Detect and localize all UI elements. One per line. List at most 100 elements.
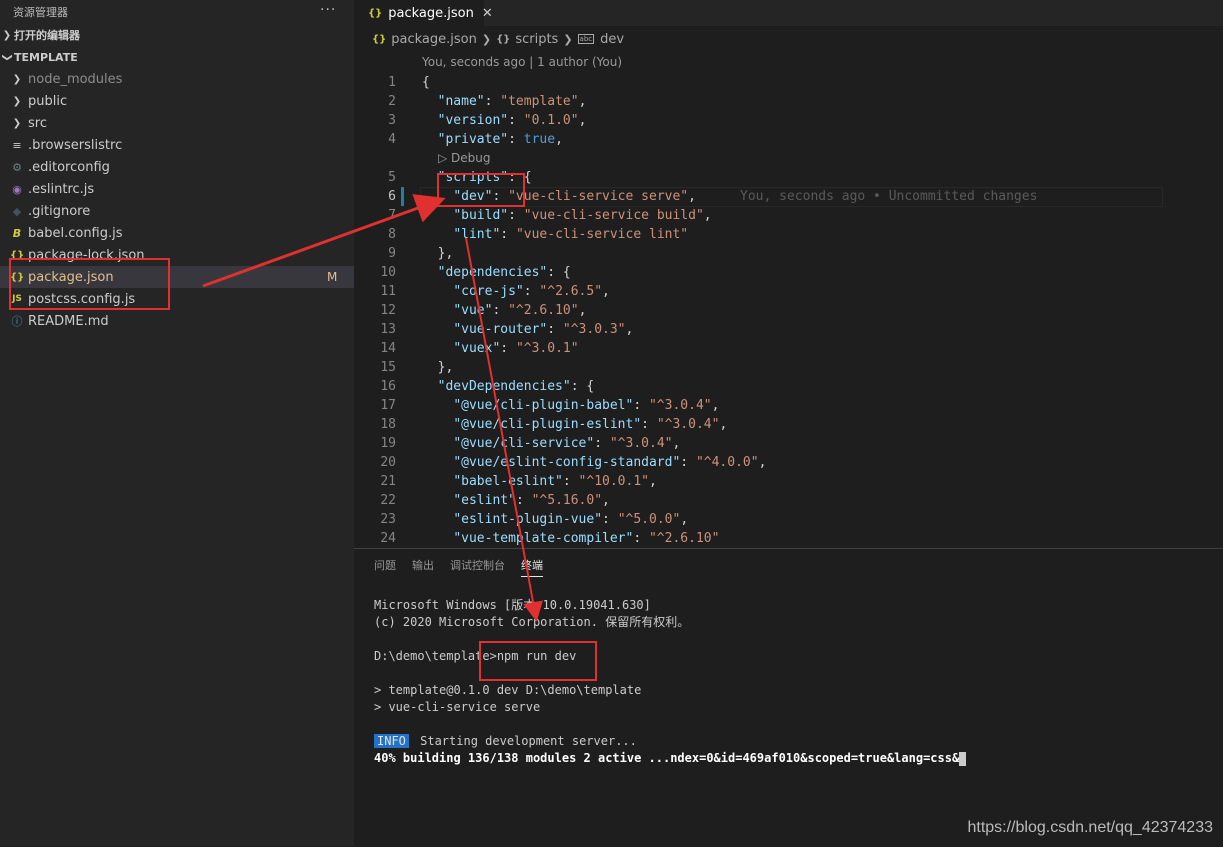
info-text: Starting development server... (412, 734, 637, 748)
line-number: 10 (380, 265, 396, 280)
progress-text: 40% building 136/138 modules 2 active ..… (374, 751, 960, 765)
tree-item-label: .gitignore (28, 203, 91, 219)
terminal-line: > vue-cli-service serve (374, 700, 541, 714)
tree-item-public[interactable]: ❯ public (0, 90, 354, 112)
explorer-header: 资源管理器 ··· (0, 0, 354, 24)
tree-item-editorconfig[interactable]: ⚙ .editorconfig (0, 156, 354, 178)
chevron-right-icon: ❯ (12, 73, 22, 85)
code-line: 1{ (354, 73, 1223, 92)
tree-item-label: public (28, 93, 68, 109)
gear-icon: ⚙ (12, 160, 22, 174)
code-line: 23 "eslint-plugin-vue": "^5.0.0", (354, 510, 1223, 529)
code-line: 14 "vuex": "^3.0.1" (354, 339, 1223, 358)
tree-item-label: babel.config.js (28, 225, 123, 241)
line-number: 16 (380, 379, 396, 394)
code-line: 3 "version": "0.1.0", (354, 111, 1223, 130)
breadcrumb-item[interactable]: package.json (391, 32, 477, 47)
tab-debug-console[interactable]: 调试控制台 (450, 549, 505, 583)
tree-item-label: README.md (28, 313, 109, 329)
chevron-right-icon: ❯ (12, 95, 22, 107)
project-label: TEMPLATE (14, 50, 78, 64)
line-number: 6 (388, 189, 396, 204)
code-line: 16 "devDependencies": { (354, 377, 1223, 396)
terminal-progress-line: 40% building 136/138 modules 2 active ..… (374, 750, 967, 767)
code-line: 4 "private": true, (354, 130, 1223, 149)
terminal-command: D:\demo\template>npm run dev (374, 649, 577, 663)
line-number: 23 (380, 512, 396, 527)
tree-item-browserslistrc[interactable]: ≡ .browserslistrc (0, 134, 354, 156)
terminal-info-line: INFO Starting development server... (374, 733, 966, 750)
inline-blame: You, seconds ago • Uncommitted changes (740, 189, 1038, 204)
editor-area: {} package.json ✕ {} package.json ❯ {} s… (354, 0, 1223, 548)
line-number: 15 (380, 360, 396, 375)
line-number: 4 (388, 132, 396, 147)
panel-tabs: 问题 输出 调试控制台 终端 (354, 549, 1223, 583)
code-line: 20 "@vue/eslint-config-standard": "^4.0.… (354, 453, 1223, 472)
code-line: 2 "name": "template", (354, 92, 1223, 111)
chevron-right-icon: ❯ (2, 29, 12, 41)
eslint-icon: ◉ (12, 182, 22, 196)
line-number: 1 (388, 75, 396, 90)
code-line: 21 "babel-eslint": "^10.0.1", (354, 472, 1223, 491)
code-line: 10 "dependencies": { (354, 263, 1223, 282)
chevron-right-icon: ❯ (481, 32, 492, 46)
tab-terminal[interactable]: 终端 (521, 549, 543, 583)
code-line: 11 "core-js": "^2.6.5", (354, 282, 1223, 301)
open-editors-label: 打开的编辑器 (14, 29, 80, 42)
breadcrumb-item[interactable]: scripts (515, 32, 558, 47)
terminal-output[interactable]: Microsoft Windows [版本 10.0.19041.630] (c… (374, 597, 967, 767)
tree-item-babel-config[interactable]: B babel.config.js (0, 222, 354, 244)
line-number: 24 (380, 531, 396, 546)
line-number: 12 (380, 303, 396, 318)
line-number: 7 (388, 208, 396, 223)
code-line: 9 }, (354, 244, 1223, 263)
tree-item-label: .browserslistrc (28, 137, 123, 153)
tree-item-eslintrc[interactable]: ◉ .eslintrc.js (0, 178, 354, 200)
line-number: 3 (388, 113, 396, 128)
code-line: 19 "@vue/cli-service": "^3.0.4", (354, 434, 1223, 453)
editor-tabbar: {} package.json ✕ (354, 0, 1223, 26)
bottom-panel: 问题 输出 调试控制台 终端 Microsoft Windows [版本 10.… (354, 548, 1223, 847)
highlight-box-npm-command (479, 641, 597, 681)
play-icon: ▷ (438, 151, 452, 165)
chevron-right-icon: ❯ (12, 117, 22, 129)
tab-label: package.json (388, 5, 474, 21)
project-section[interactable]: ❯ TEMPLATE (0, 46, 354, 68)
tab-output[interactable]: 输出 (412, 549, 434, 583)
explorer-title: 资源管理器 (13, 6, 68, 19)
terminal-cursor (959, 751, 967, 766)
terminal-line: Microsoft Windows [版本 10.0.19041.630] (374, 598, 651, 612)
code-view[interactable]: You, seconds ago | 1 author (You) 1{ 2 "… (354, 52, 1223, 548)
json-icon: {} (372, 33, 387, 45)
codelens-debug[interactable]: ▷ Debug (354, 149, 1223, 168)
tree-item-readme[interactable]: ⓘ README.md (0, 310, 354, 332)
close-icon[interactable]: ✕ (482, 6, 493, 21)
tree-item-node-modules[interactable]: ❯ node_modules (0, 68, 354, 90)
tree-item-label: node_modules (28, 71, 123, 87)
tree-item-src[interactable]: ❯ src (0, 112, 354, 134)
chevron-down-icon: ❯ (1, 52, 13, 62)
info-badge: INFO (374, 734, 409, 748)
codelens-blame[interactable]: You, seconds ago | 1 author (You) (354, 52, 1223, 73)
tree-item-gitignore[interactable]: ◆ .gitignore (0, 200, 354, 222)
json-icon: {} (368, 7, 383, 19)
tree-item-label: .editorconfig (28, 159, 110, 175)
modified-badge: M (327, 270, 338, 284)
code-line: 7 "build": "vue-cli-service build", (354, 206, 1223, 225)
open-editors-section[interactable]: ❯ 打开的编辑器 (0, 24, 354, 46)
code-line: 22 "eslint": "^5.16.0", (354, 491, 1223, 510)
code-line: 24 "vue-template-compiler": "^2.6.10" (354, 529, 1223, 548)
tab-problems[interactable]: 问题 (374, 549, 396, 583)
more-actions-icon[interactable]: ··· (320, 2, 336, 18)
tab-package-json[interactable]: {} package.json ✕ (354, 0, 493, 26)
terminal-line: (c) 2020 Microsoft Corporation. 保留所有权利。 (374, 615, 690, 629)
line-number: 17 (380, 398, 396, 413)
code-line: 12 "vue": "^2.6.10", (354, 301, 1223, 320)
highlight-box-dev-script (437, 173, 525, 207)
code-line: 18 "@vue/cli-plugin-eslint": "^3.0.4", (354, 415, 1223, 434)
watermark: https://blog.csdn.net/qq_42374233 (967, 819, 1213, 836)
breadcrumb-item[interactable]: dev (600, 32, 624, 47)
